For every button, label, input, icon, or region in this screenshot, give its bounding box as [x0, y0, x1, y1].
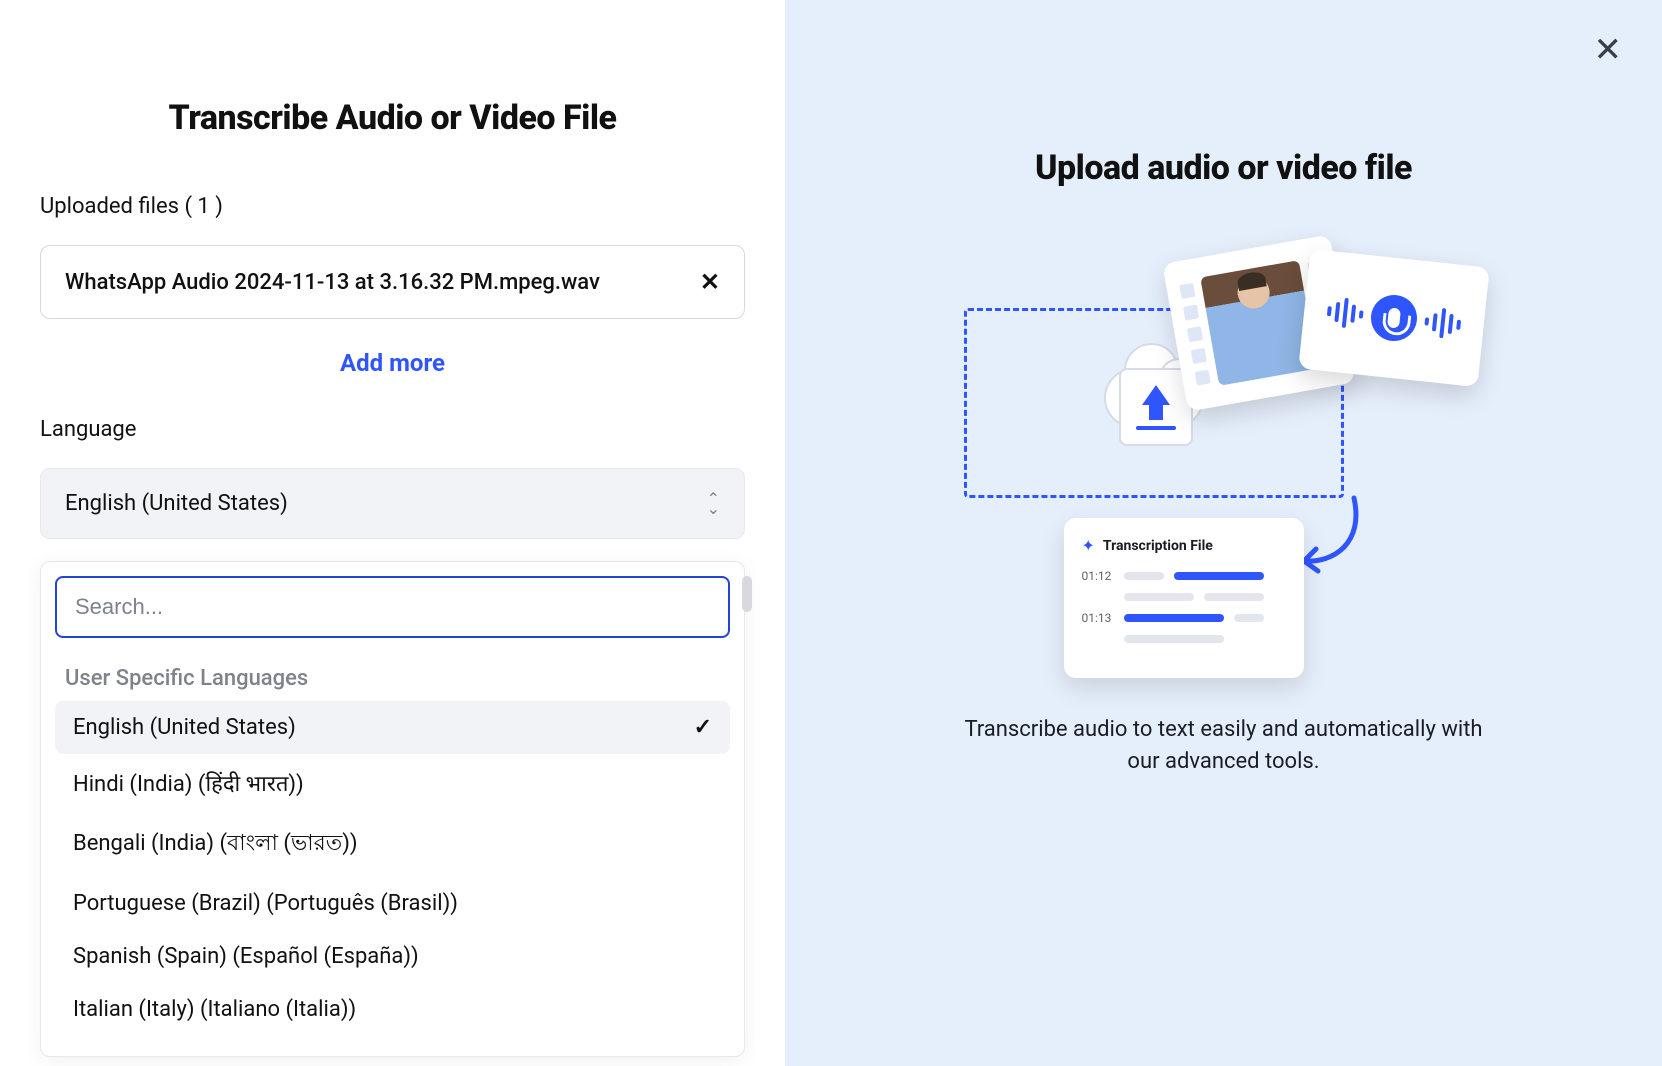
language-option-label: Hindi (India) (हिंदी भारत)) — [73, 768, 304, 798]
left-panel: Transcribe Audio or Video File Uploaded … — [0, 0, 785, 1066]
transcription-file-card: ✦ Transcription File 01:12 01:13 — [1064, 518, 1304, 678]
language-option[interactable]: Portuguese (Brazil) (Português (Brasil)) — [55, 877, 730, 930]
uploaded-file-name: WhatsApp Audio 2024-11-13 at 3.16.32 PM.… — [65, 270, 600, 295]
language-option-label: Bengali (India) (বাংলা (ভারত)) — [73, 826, 358, 863]
audio-waveform-card — [1298, 249, 1490, 387]
upload-arrow-icon — [1119, 368, 1193, 446]
language-option-label: Italian (Italy) (Italiano (Italia)) — [73, 997, 356, 1022]
language-search-input[interactable] — [55, 576, 730, 638]
scrollbar-thumb[interactable] — [742, 576, 752, 612]
transcription-card-title: Transcription File — [1103, 538, 1213, 554]
language-option[interactable]: English (United States) ✓ — [55, 701, 730, 754]
language-select-value: English (United States) — [65, 491, 288, 516]
person-icon — [1200, 260, 1318, 386]
upload-illustration: ✦ Transcription File 01:12 01:13 — [964, 258, 1484, 678]
language-group-header: User Specific Languages — [65, 666, 730, 691]
timestamp: 01:13 — [1082, 611, 1114, 625]
right-panel: ✕ Upload audio or video file — [785, 0, 1662, 1066]
language-option-label: English (United States) — [73, 715, 296, 740]
language-option-label: Spanish (Spain) (Español (España)) — [73, 944, 419, 969]
add-more-button[interactable]: Add more — [40, 349, 745, 377]
uploaded-file-chip: WhatsApp Audio 2024-11-13 at 3.16.32 PM.… — [40, 245, 745, 319]
curved-arrow-icon — [1294, 493, 1364, 583]
language-option[interactable]: Spanish (Spain) (Español (España)) — [55, 930, 730, 983]
right-panel-title: Upload audio or video file — [1035, 148, 1412, 188]
language-option[interactable]: Italian (Italy) (Italiano (Italia)) — [55, 983, 730, 1036]
timestamp: 01:12 — [1082, 569, 1114, 583]
microphone-icon — [1368, 293, 1419, 344]
right-panel-description: Transcribe audio to text easily and auto… — [964, 714, 1484, 778]
check-icon: ✓ — [694, 715, 712, 740]
close-icon[interactable]: ✕ — [1594, 30, 1623, 70]
language-option[interactable]: Hindi (India) (हिंदी भारत)) — [55, 754, 730, 812]
remove-file-icon[interactable]: ✕ — [700, 268, 720, 296]
page-title: Transcribe Audio or Video File — [40, 98, 745, 138]
language-select[interactable]: English (United States) ⌃⌄ — [40, 468, 745, 539]
uploaded-files-label: Uploaded files ( 1 ) — [40, 194, 745, 219]
language-option-label: Portuguese (Brazil) (Português (Brasil)) — [73, 891, 458, 916]
language-label: Language — [40, 417, 745, 442]
language-option[interactable]: Bengali (India) (বাংলা (ভারত)) — [55, 812, 730, 877]
sparkle-icon: ✦ — [1082, 536, 1095, 555]
chevron-up-down-icon: ⌃⌄ — [707, 494, 720, 514]
language-dropdown: User Specific Languages English (United … — [40, 561, 745, 1057]
